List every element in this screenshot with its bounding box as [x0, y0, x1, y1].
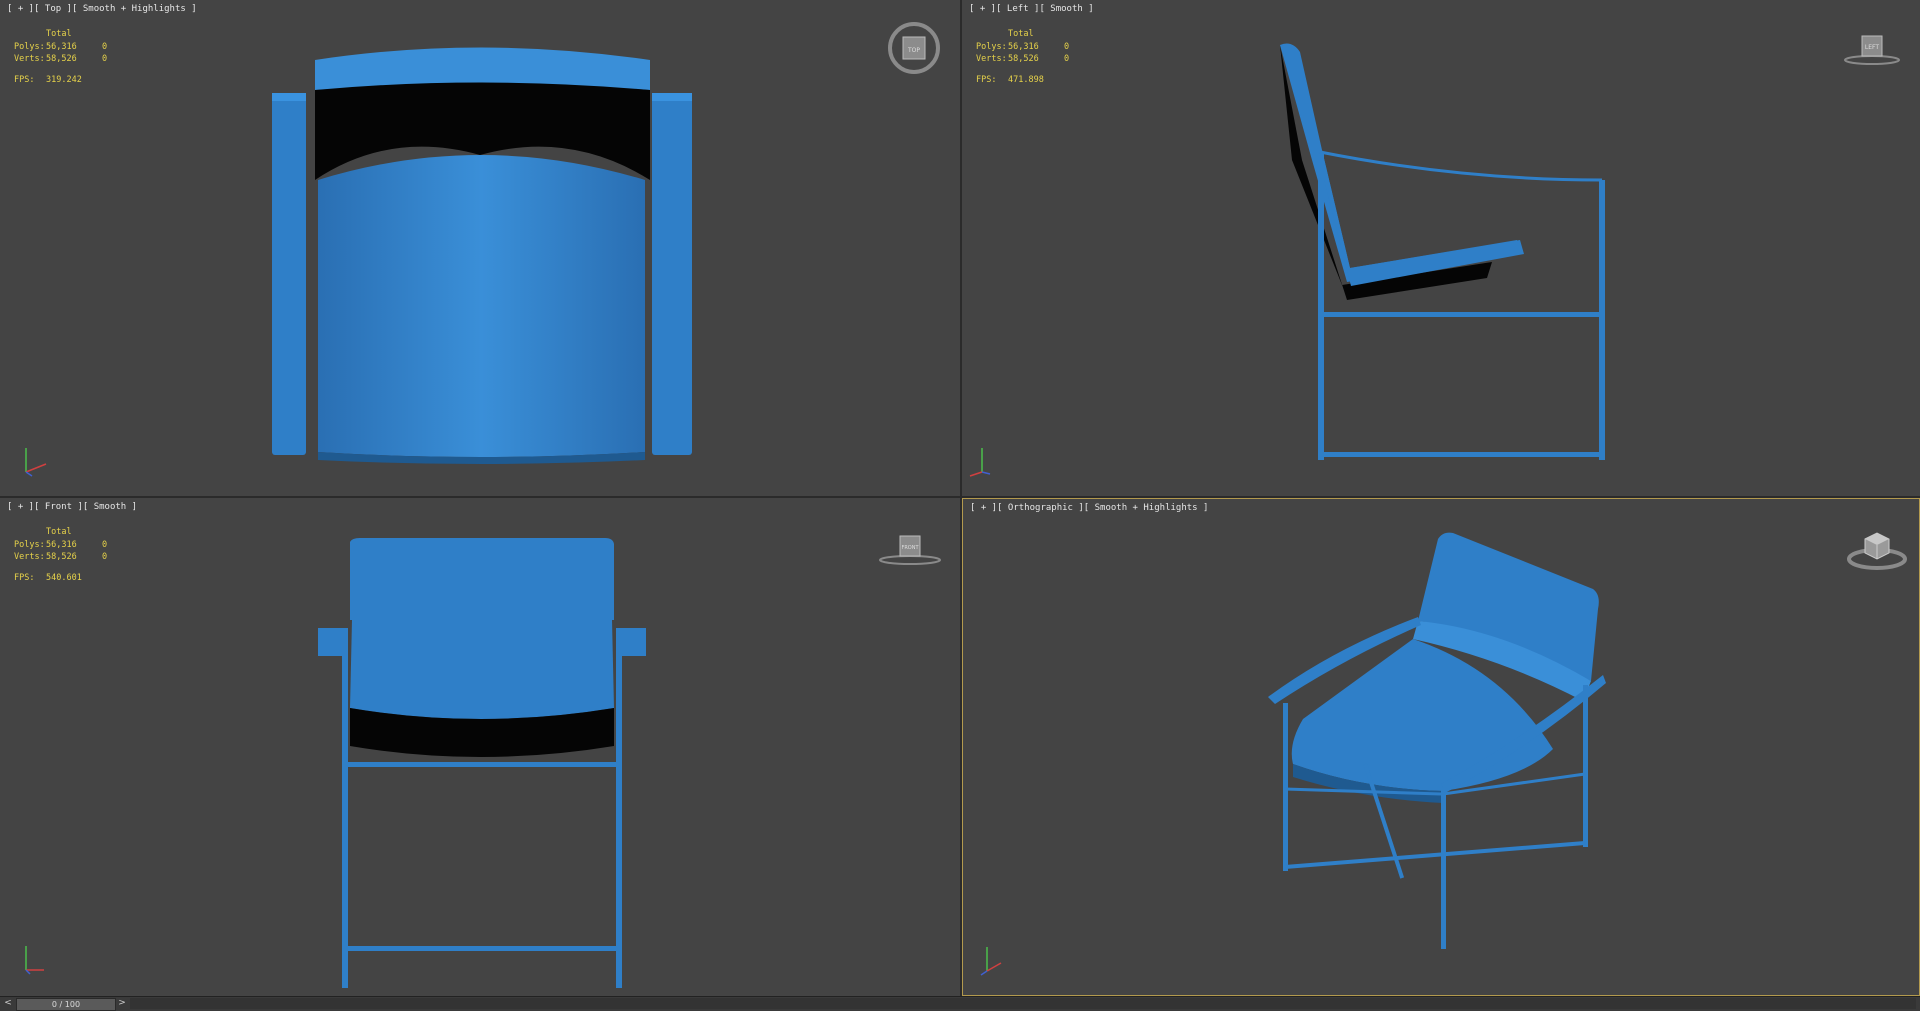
viewcube-icon[interactable]: FRONT [878, 532, 942, 566]
timeline-prev-button[interactable]: < [2, 998, 14, 1009]
time-slider[interactable]: 0 / 100 [16, 998, 116, 1011]
svg-text:TOP: TOP [907, 47, 920, 54]
chair-left-view[interactable] [962, 0, 1920, 496]
viewcube-icon[interactable] [1845, 525, 1909, 573]
axis-tripod-icon [969, 448, 991, 477]
chair-front-view[interactable] [0, 498, 960, 996]
svg-text:FRONT: FRONT [901, 545, 919, 551]
chair-orthographic-view[interactable] [963, 499, 1920, 996]
viewcube-icon[interactable]: TOP [886, 22, 942, 74]
timeline-track[interactable] [130, 998, 1916, 1009]
axis-tripod-icon [25, 946, 44, 975]
timeline-next-button[interactable]: > [116, 998, 128, 1009]
viewport-orthographic[interactable]: [ + ][ Orthographic ][ Smooth + Highligh… [962, 498, 1920, 996]
viewcube-icon[interactable]: LEFT [1842, 32, 1902, 66]
viewport-front[interactable]: [ + ][ Front ][ Smooth ] Total Polys: 56,… [0, 498, 960, 996]
svg-text:LEFT: LEFT [1865, 44, 1879, 51]
timeline-bar: < 0 / 100 > [0, 996, 1920, 1011]
axis-tripod-icon [25, 448, 47, 477]
chair-top-view[interactable] [0, 0, 960, 496]
viewport-left[interactable]: [ + ][ Left ][ Smooth ] Total Polys: 56,3… [962, 0, 1920, 496]
axis-tripod-icon [980, 947, 1002, 976]
viewport-top[interactable]: [ + ][ Top ][ Smooth + Highlights ] Tota… [0, 0, 960, 496]
